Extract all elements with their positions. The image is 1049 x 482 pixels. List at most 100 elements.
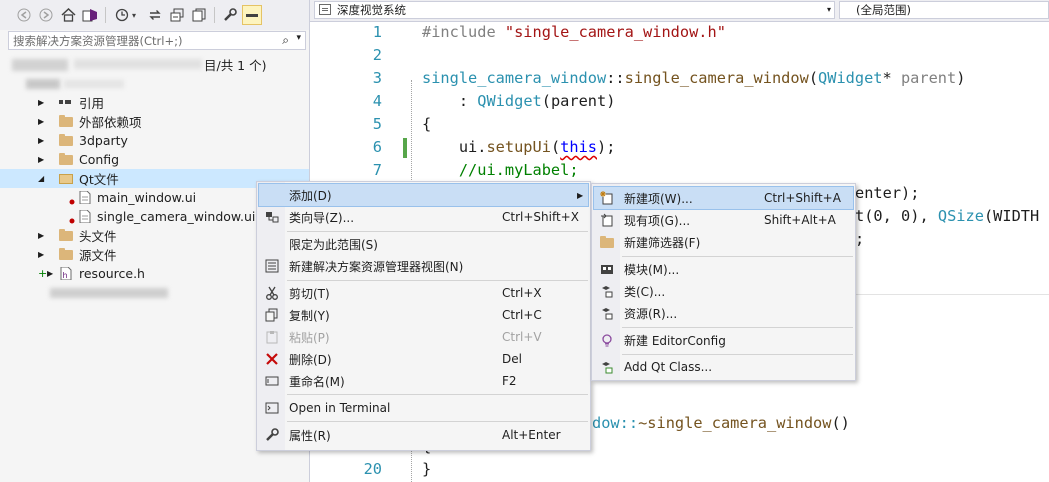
code-token: parent [900,69,957,87]
forward-icon[interactable] [36,5,56,25]
menu-item-scope-to-this[interactable]: 限定为此范围(S) [259,233,588,255]
search-box[interactable]: ⌕ ▾ [8,31,306,50]
menu-item-add[interactable]: 添加(D) ▶ [258,183,589,207]
search-dropdown-icon[interactable]: ▾ [296,33,301,43]
tree-item-label: resource.h [79,266,145,281]
collapse-icon[interactable]: ◢ [38,174,44,183]
history-dropdown-icon[interactable]: ▾ [128,5,140,25]
project-combo[interactable]: 深度视觉系统 ▾ [314,1,835,19]
project-icon [319,4,331,15]
wrench-icon[interactable] [220,5,240,25]
context-menu: 添加(D) ▶ 类向导(Z)... Ctrl+Shift+X 限定为此范围(S)… [256,181,591,451]
line-number: 7 [372,161,382,179]
menu-item-shortcut: Ctrl+C [502,308,542,322]
expand-icon[interactable]: ▶ [38,250,44,259]
code-line-20: } [422,460,432,478]
vs-solution-icon[interactable] [80,5,100,25]
expand-icon[interactable]: ▶ [38,155,44,164]
code-fragment: t(0, 0), QSize(WIDTH [855,207,1039,225]
back-icon[interactable] [14,5,34,25]
submenu-item-resource[interactable]: 资源(R)... [594,302,853,324]
code-fragment: dow::~single_camera_window() [592,414,850,432]
tree-item-config[interactable]: ▶ Config [0,150,309,169]
scope-combo[interactable]: (全局范围) [839,1,1049,19]
code-token: () [831,414,850,432]
menu-item-shortcut: F2 [502,374,517,388]
expand-icon[interactable]: ▶ [38,136,44,145]
menu-item-label: 属性(R) [289,428,331,443]
preview-icon[interactable] [242,5,262,25]
scissors-icon [264,285,280,301]
menu-item-shortcut: Ctrl+X [502,286,542,300]
tree-row-solution[interactable]: 目/共 1 个) [0,55,309,74]
outline-guide [411,447,412,482]
code-token: dow:: [592,414,639,432]
expand-icon[interactable]: ▶ [38,98,44,107]
submenu-item-existing-item[interactable]: 现有项(G)... Shift+Alt+A [594,209,853,231]
tree-row-project[interactable] [0,74,309,93]
submenu-item-new-filter[interactable]: 新建筛选器(F) [594,231,853,253]
search-input[interactable] [9,32,277,49]
code-token: (WIDTH [983,207,1040,225]
menu-item-copy[interactable]: 复制(Y) Ctrl+C [259,304,588,326]
new-view-icon [264,258,280,274]
tree-item-3dparty[interactable]: ▶ 3dparty [0,131,309,150]
lightbulb-icon [599,332,615,348]
expand-icon[interactable]: ▶ [38,231,44,240]
menu-item-rename[interactable]: 重命名(M) F2 [259,370,588,392]
menu-item-label: 现有项(G)... [624,213,691,228]
tree-item-label: Config [79,152,120,167]
submenu-item-editorconfig[interactable]: 新建 EditorConfig [594,329,853,351]
collapse-all-icon[interactable] [167,5,187,25]
code-token: setupUi [486,138,551,156]
editor-navigation-bar: 深度视觉系统 ▾ (全局范围) [310,0,1049,22]
menu-item-label: 剪切(T) [289,286,330,301]
folder-icon [59,153,73,166]
folder-icon [59,115,73,128]
tree-item-references[interactable]: ▶ 引用 [0,93,309,112]
solution-explorer-toolbar: ▾ [0,0,309,30]
tree-item-label: 引用 [79,96,105,111]
tree-item-label: 外部依赖项 [79,115,142,130]
menu-item-label: 重命名(M) [289,374,345,389]
submenu-item-add-qt-class[interactable]: Add Qt Class... [594,356,853,378]
expand-icon[interactable]: ▶ [38,117,44,126]
code-token: "single_camera_window.h" [504,23,726,41]
expand-icon[interactable]: ▶ [47,269,53,278]
menu-item-paste[interactable]: 粘贴(P) Ctrl+V [259,326,588,348]
menu-item-label: 新建解决方案资源管理器视图(N) [289,259,464,274]
code-line-5: { [422,115,432,133]
menu-item-label: 类向导(Z)... [289,210,355,225]
line-number: 4 [372,92,382,110]
menu-item-class-wizard[interactable]: 类向导(Z)... Ctrl+Shift+X [259,206,588,228]
tree-item-external-dependencies[interactable]: ▶ 外部依赖项 [0,112,309,131]
code-token: QWidget [477,92,542,110]
menu-item-label: 新建筛选器(F) [624,235,701,250]
submenu-item-class[interactable]: 类(C)... [594,280,853,302]
line-number: 5 [372,115,382,133]
submenu-item-new-item[interactable]: 新建项(W)... Ctrl+Shift+A [593,186,854,210]
new-item-icon [599,190,615,206]
add-submenu: 新建项(W)... Ctrl+Shift+A 现有项(G)... Shift+A… [591,183,856,381]
menu-item-cut[interactable]: 剪切(T) Ctrl+X [259,282,588,304]
menu-item-delete[interactable]: 删除(D) Del [259,348,588,370]
menu-item-properties[interactable]: 属性(R) Alt+Enter [259,424,588,446]
menu-item-open-in-terminal[interactable]: Open in Terminal [259,397,588,419]
search-icon[interactable]: ⌕ [282,33,289,48]
menu-item-label: 资源(R)... [624,306,678,321]
code-line-1: #include "single_camera_window.h" [422,23,726,41]
chevron-down-icon[interactable]: ▾ [827,2,831,18]
submenu-item-module[interactable]: 模块(M)... [594,258,853,280]
folder-icon [59,229,73,242]
ui-file-icon [79,190,93,205]
code-token: ( [550,138,561,156]
sync-icon[interactable] [145,5,165,25]
menu-item-label: 删除(D) [289,352,332,367]
menu-item-new-view[interactable]: 新建解决方案资源管理器视图(N) [259,255,588,277]
home-icon[interactable] [58,5,78,25]
code-token: QWidget [818,69,883,87]
line-number: 2 [372,46,382,64]
line-number: 1 [372,23,382,41]
copy-icon[interactable] [189,5,209,25]
solution-label: 目/共 1 个) [204,58,267,73]
